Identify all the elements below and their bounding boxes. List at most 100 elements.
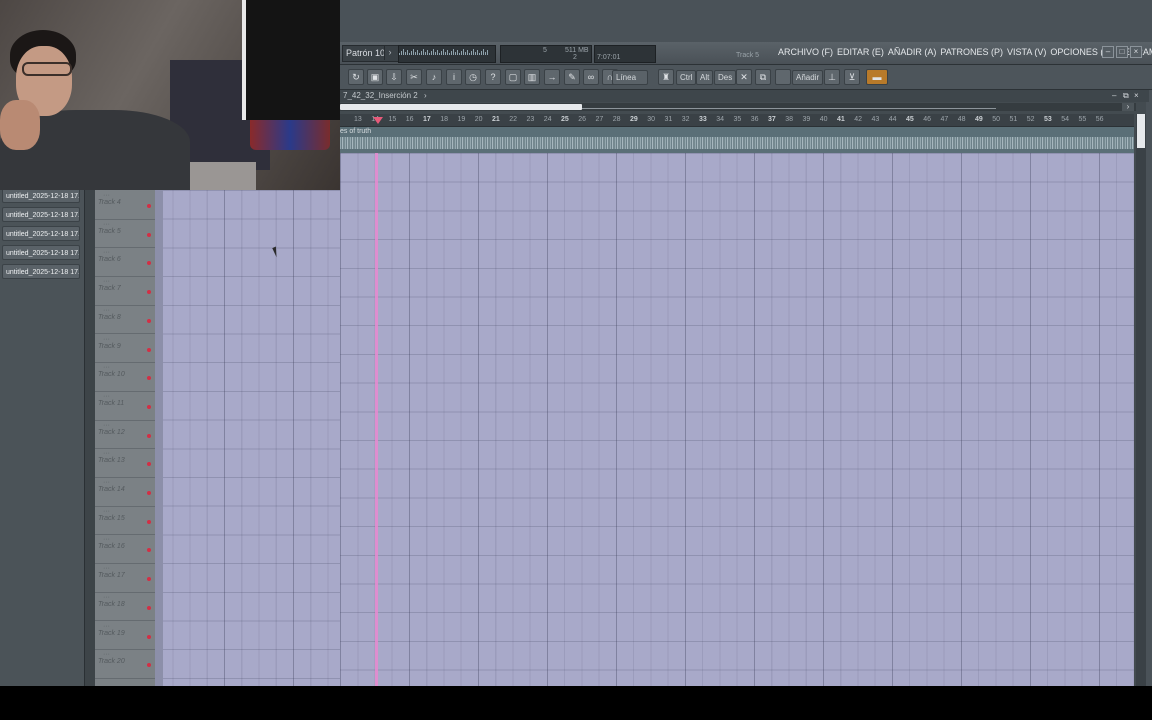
ctrl-button[interactable]: Ctrl: [676, 70, 697, 85]
menu-item[interactable]: AÑADIR (A): [888, 47, 937, 57]
pattern-arrow-icon[interactable]: ›: [384, 45, 395, 60]
track-grip-icon[interactable]: ···: [103, 393, 110, 400]
save-icon[interactable]: ▣: [367, 69, 383, 85]
track-grip-icon[interactable]: ···: [103, 508, 110, 515]
track-mute-led[interactable]: [147, 433, 151, 438]
close-icon[interactable]: ×: [1130, 46, 1142, 58]
track-header[interactable]: ··· Track 8: [95, 305, 155, 335]
maximize-icon[interactable]: □: [1116, 46, 1128, 58]
track-grip-icon[interactable]: ···: [103, 565, 110, 572]
help-icon[interactable]: ?: [485, 69, 501, 85]
playlist-restore-icon[interactable]: ⧉: [1123, 90, 1129, 102]
add-button[interactable]: Añadir: [792, 70, 824, 85]
vertical-scrollbar[interactable]: [1136, 114, 1146, 686]
metronome-icon[interactable]: ◷: [465, 69, 481, 85]
playlist-minimize-icon[interactable]: –: [1112, 90, 1116, 102]
menu-item[interactable]: PATRONES (P): [940, 47, 1003, 57]
track-header[interactable]: ··· Track 19: [95, 621, 155, 651]
track-mute-led[interactable]: [147, 462, 151, 467]
draw-icon[interactable]: ✎: [564, 69, 580, 85]
menu-item[interactable]: ARCHIVO (F): [778, 47, 833, 57]
track-mute-led[interactable]: [147, 577, 151, 582]
playlist-grid[interactable]: [340, 153, 1134, 686]
playhead-marker[interactable]: [373, 117, 383, 124]
track-grip-icon[interactable]: ···: [103, 307, 110, 314]
scroll-right-icon[interactable]: ›: [1122, 103, 1134, 111]
close-tool-icon[interactable]: ✕: [736, 69, 752, 85]
track-header[interactable]: ··· Track 17: [95, 563, 155, 593]
track-grip-icon[interactable]: ···: [103, 623, 110, 630]
loop-icon[interactable]: ↻: [348, 69, 364, 85]
mic-icon[interactable]: ♪: [426, 69, 442, 85]
clone-icon[interactable]: ⧉: [755, 69, 771, 85]
track-mute-led[interactable]: [147, 376, 151, 381]
track-header[interactable]: ··· Track 14: [95, 477, 155, 507]
blank-icon[interactable]: [775, 69, 791, 85]
track-grip-icon[interactable]: ···: [103, 364, 110, 371]
horizontal-scrollbar[interactable]: [340, 103, 1136, 111]
track-header[interactable]: ··· Track 7: [95, 276, 155, 306]
track-mute-led[interactable]: [147, 491, 151, 495]
link-icon[interactable]: ∞: [583, 69, 599, 85]
arrow-right-icon[interactable]: →: [544, 69, 560, 85]
track-mute-led[interactable]: [147, 519, 151, 524]
pin-icon[interactable]: ⊥: [824, 69, 840, 85]
audio-clip[interactable]: es of truth: [340, 127, 1134, 153]
track-mute-led[interactable]: [147, 204, 151, 208]
track-grip-icon[interactable]: ···: [103, 651, 110, 658]
track-grip-icon[interactable]: ···: [103, 249, 110, 256]
panel-divider[interactable]: [85, 190, 95, 686]
track-mute-led[interactable]: [147, 634, 151, 639]
track-header[interactable]: ··· Track 12: [95, 420, 155, 450]
menu-item[interactable]: EDITAR (E): [837, 47, 884, 57]
menu-item[interactable]: VISTA (V): [1007, 47, 1046, 57]
track-header[interactable]: ··· Track 15: [95, 506, 155, 536]
track-mute-led[interactable]: [147, 290, 151, 295]
track-mute-led[interactable]: [147, 261, 151, 266]
browser-item[interactable]: untitled_2025-12-18 17...: [2, 207, 80, 222]
track-header[interactable]: ··· Track 13: [95, 448, 155, 478]
snap-selector[interactable]: Línea: [612, 70, 648, 85]
track-grip-icon[interactable]: ···: [103, 422, 110, 429]
playlist-grid-left[interactable]: [155, 190, 340, 686]
track-mute-led[interactable]: [147, 347, 151, 352]
track-grip-icon[interactable]: ···: [103, 479, 110, 486]
track-mute-led[interactable]: [147, 318, 151, 323]
window-icon[interactable]: ▢: [505, 69, 521, 85]
scrollbar-thumb[interactable]: [340, 104, 582, 110]
track-mute-led[interactable]: [147, 663, 151, 668]
piano-icon[interactable]: ▥: [524, 69, 540, 85]
stamp-icon[interactable]: ♜: [658, 69, 674, 85]
cart-icon[interactable]: ⊻: [844, 69, 860, 85]
track-mute-led[interactable]: [147, 232, 151, 237]
browser-item[interactable]: untitled_2025-12-18 17...: [2, 245, 80, 260]
track-grip-icon[interactable]: ···: [103, 278, 110, 285]
track-header[interactable]: ··· Track 9: [95, 334, 155, 364]
deselect-button[interactable]: Des: [714, 70, 737, 85]
track-header[interactable]: ··· Track 20: [95, 649, 155, 679]
track-header[interactable]: ··· Track 10: [95, 362, 155, 392]
track-header[interactable]: ··· Track 18: [95, 592, 155, 622]
track-header[interactable]: ··· Track 11: [95, 391, 155, 421]
track-grip-icon[interactable]: ···: [103, 536, 110, 543]
browser-item[interactable]: untitled_2025-12-18 17...: [2, 188, 80, 203]
plugin-icon[interactable]: ▬: [866, 69, 888, 85]
track-grip-icon[interactable]: ···: [103, 594, 110, 601]
track-grip-icon[interactable]: ···: [103, 221, 110, 228]
track-header[interactable]: ··· Track 4: [95, 190, 155, 220]
track-header[interactable]: ··· Track 16: [95, 534, 155, 565]
track-header[interactable]: ··· Track 5: [95, 219, 155, 249]
timeline-ruler[interactable]: 13 14 15 16 17 18 19 20 21 22 23 24 25 26 27 28 29 30 31 32…: [340, 114, 1134, 127]
export-icon[interactable]: ⇩: [386, 69, 402, 85]
track-mute-led[interactable]: [147, 548, 151, 553]
track-header[interactable]: ··· Track 6: [95, 247, 155, 278]
browser-item[interactable]: untitled_2025-12-18 17...: [2, 226, 80, 241]
track-mute-led[interactable]: [147, 404, 151, 409]
track-grip-icon[interactable]: ···: [103, 336, 110, 343]
track-grip-icon[interactable]: ···: [103, 192, 110, 199]
track-grip-icon[interactable]: ···: [103, 450, 110, 457]
vertical-scrollbar-thumb[interactable]: [1137, 114, 1145, 148]
minimize-icon[interactable]: –: [1102, 46, 1114, 58]
track-mute-led[interactable]: [147, 605, 151, 610]
browser-item[interactable]: untitled_2025-12-18 17...: [2, 264, 80, 279]
